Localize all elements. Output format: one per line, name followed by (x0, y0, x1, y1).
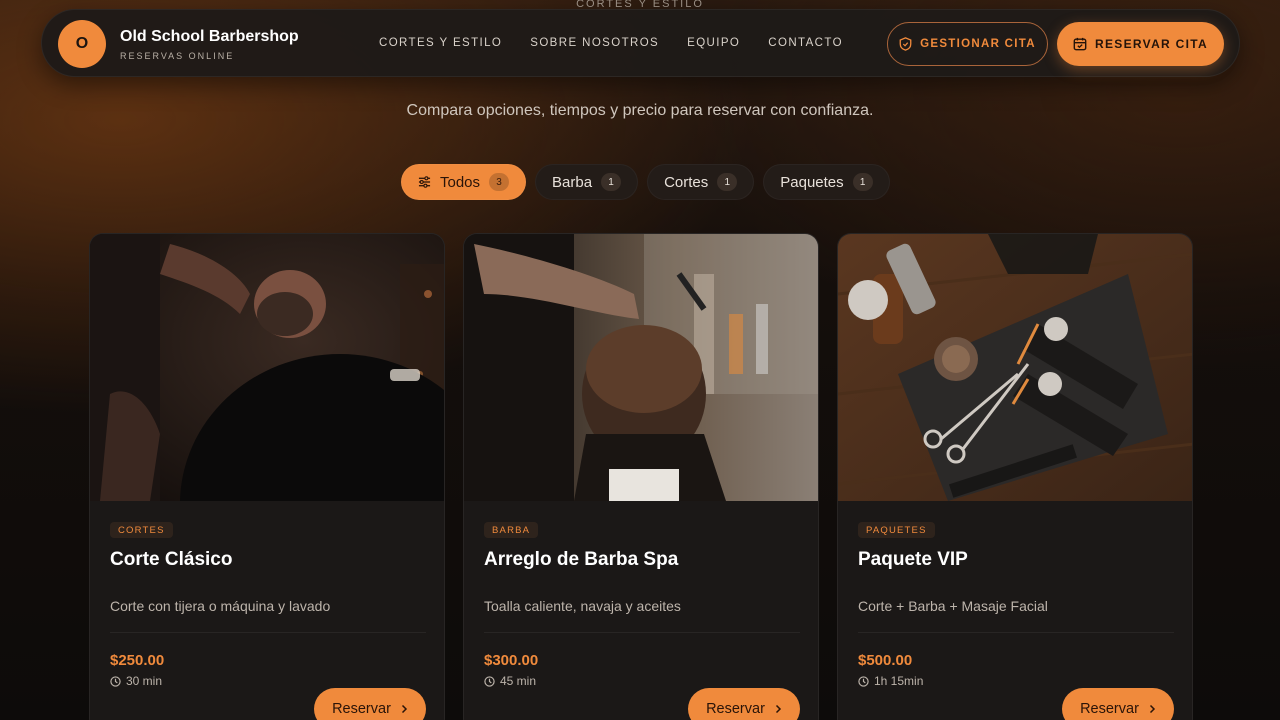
service-cards: CORTES Corte Clásico Corte con tijera o … (89, 233, 1193, 720)
navbar: O Old School Barbershop RESERVAS ONLINE … (41, 9, 1240, 77)
clock-icon (110, 675, 121, 687)
service-card-paquete-vip: PAQUETES Paquete VIP Corte + Barba + Mas… (837, 233, 1193, 720)
filter-label: Todos (440, 173, 481, 191)
service-photo-barber-tools (838, 234, 1192, 501)
filter-label: Barba (552, 173, 593, 191)
divider (110, 632, 426, 633)
brand-name[interactable]: Old School Barbershop (120, 28, 299, 46)
nav-link-cortes[interactable]: CORTES Y ESTILO (379, 37, 502, 49)
chevron-right-icon (1149, 704, 1155, 714)
divider (484, 632, 800, 633)
category-badge: PAQUETES (858, 522, 935, 538)
service-price: $500.00 (858, 652, 913, 669)
category-badge: BARBA (484, 522, 539, 538)
sliders-icon (418, 176, 431, 188)
filter-count: 1 (852, 173, 873, 191)
category-badge: CORTES (110, 522, 173, 538)
duration-label: 45 min (500, 674, 537, 688)
filter-label: Cortes (664, 173, 709, 191)
service-duration: 1h 15min (858, 674, 923, 688)
service-title: Arreglo de Barba Spa (484, 549, 679, 570)
chevron-right-icon (401, 704, 407, 714)
reserve-button[interactable]: Reservar (314, 688, 426, 720)
service-description: Corte con tijera o máquina y lavado (110, 598, 331, 614)
chevron-right-icon (775, 704, 781, 714)
calendar-icon (1073, 37, 1087, 51)
clock-icon (484, 675, 495, 687)
reserve-label: Reservar (1080, 701, 1139, 717)
service-price: $250.00 (110, 652, 165, 669)
reserve-button[interactable]: Reservar (688, 688, 800, 720)
service-title: Corte Clásico (110, 549, 233, 570)
service-price: $300.00 (484, 652, 539, 669)
service-photo-haircut-shave (90, 234, 444, 501)
filter-count: 3 (489, 173, 510, 191)
page-subtitle: Compara opciones, tiempos y precio para … (406, 102, 874, 119)
book-appointment-label: RESERVAR CITA (1095, 37, 1208, 51)
filter-label: Paquetes (780, 173, 844, 191)
reserve-label: Reservar (706, 701, 765, 717)
divider (858, 632, 1174, 633)
service-duration: 45 min (484, 674, 536, 688)
filter-count: 1 (717, 173, 738, 191)
service-title: Paquete VIP (858, 549, 968, 570)
service-description: Corte + Barba + Masaje Facial (858, 598, 1048, 614)
filter-chip-barba[interactable]: Barba 1 (535, 164, 639, 200)
service-card-arreglo-barba: BARBA Arreglo de Barba Spa Toalla calien… (463, 233, 819, 720)
service-duration: 30 min (110, 674, 162, 688)
nav-links: CORTES Y ESTILO SOBRE NOSOTROS EQUIPO CO… (379, 37, 843, 49)
brand-logo[interactable]: O (58, 20, 106, 68)
filter-chip-cortes[interactable]: Cortes 1 (647, 164, 755, 200)
filter-count: 1 (601, 173, 622, 191)
book-appointment-button[interactable]: RESERVAR CITA (1057, 22, 1224, 66)
manage-appointment-button[interactable]: GESTIONAR CITA (887, 22, 1048, 66)
duration-label: 1h 15min (874, 674, 924, 688)
filter-chip-todos[interactable]: Todos 3 (401, 164, 527, 200)
service-photo-barber-haircut (464, 234, 818, 501)
nav-link-equipo[interactable]: EQUIPO (687, 37, 740, 49)
manage-appointment-label: GESTIONAR CITA (920, 38, 1036, 50)
brand-tagline: RESERVAS ONLINE (120, 51, 235, 61)
duration-label: 30 min (126, 674, 163, 688)
filter-chip-paquetes[interactable]: Paquetes 1 (763, 164, 890, 200)
category-filters: Todos 3 Barba 1 Cortes 1 Paquetes 1 (401, 164, 890, 200)
shield-icon (899, 37, 912, 51)
nav-link-contacto[interactable]: CONTACTO (768, 37, 843, 49)
nav-link-sobre-nosotros[interactable]: SOBRE NOSOTROS (530, 37, 659, 49)
reserve-button[interactable]: Reservar (1062, 688, 1174, 720)
service-card-corte-clasico: CORTES Corte Clásico Corte con tijera o … (89, 233, 445, 720)
service-description: Toalla caliente, navaja y aceites (484, 598, 681, 614)
reserve-label: Reservar (332, 701, 391, 717)
clock-icon (858, 675, 869, 687)
